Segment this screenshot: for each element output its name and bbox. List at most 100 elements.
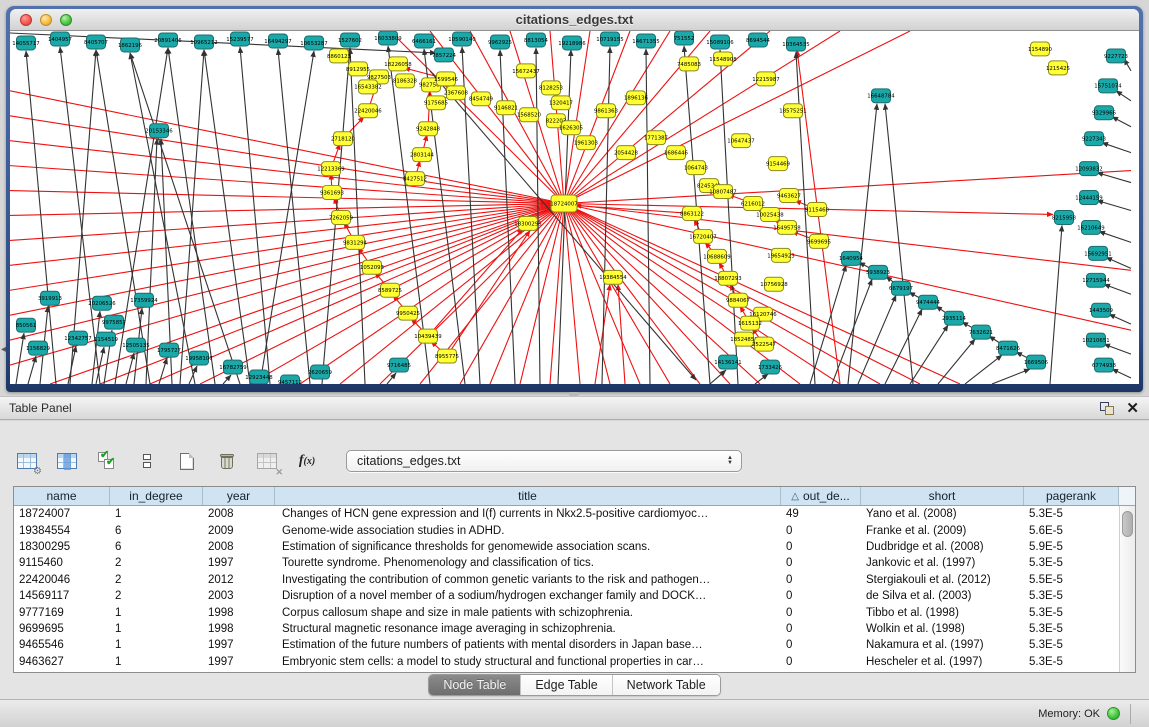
graph-edge[interactable] (240, 47, 270, 384)
graph-edge[interactable] (10, 141, 564, 204)
graph-edge[interactable] (810, 265, 846, 384)
table-row[interactable]: 1872400712008Changes of HCN gene express… (14, 506, 1119, 522)
column-header-in-degree[interactable]: in_degree (110, 487, 203, 505)
graph-edge[interactable] (992, 369, 1030, 384)
graph-node-label: 9463627 (777, 193, 801, 199)
table-cell: Nakamura et al. (1997) (861, 639, 1024, 651)
graph-edge[interactable] (1116, 91, 1131, 101)
graph-node-label: 2367608 (444, 91, 469, 97)
function-builder-icon[interactable]: f(x) (294, 448, 320, 474)
column-header-short[interactable]: short (861, 487, 1024, 505)
select-all-rows-icon[interactable]: ✔ ✔ (94, 448, 120, 474)
graph-edge[interactable] (564, 204, 580, 384)
scrollbar-thumb[interactable] (1122, 511, 1133, 537)
column-header-pagerank[interactable]: pagerank (1024, 487, 1119, 505)
column-header-title[interactable]: title (275, 487, 781, 505)
network-canvas[interactable]: 1405571714049578405707186219620891406109… (10, 31, 1139, 384)
table-row[interactable]: 1456911722003Disruption of a novel membe… (14, 588, 1119, 604)
tab-edge-table[interactable]: Edge Table (521, 675, 612, 695)
table-cell: 0 (781, 525, 861, 537)
graph-edge[interactable] (965, 355, 1002, 384)
graph-edge[interactable] (1112, 369, 1131, 378)
row-height-icon[interactable] (134, 448, 160, 474)
graph-edge[interactable] (189, 366, 197, 384)
graph-edge[interactable] (168, 48, 215, 384)
table-row[interactable]: 1830029562008Estimation of significance … (14, 539, 1119, 555)
graph-edge[interactable] (1097, 201, 1131, 211)
graph-edge[interactable] (1102, 143, 1131, 153)
graph-edge[interactable] (938, 339, 975, 384)
table-row[interactable]: 1938455462009Genome-wide association stu… (14, 522, 1119, 538)
float-panel-icon[interactable] (1100, 402, 1114, 415)
collapse-panel-arrow-icon[interactable]: ◂ (1, 344, 6, 355)
delete-table-icon[interactable] (214, 448, 240, 474)
table-settings-icon[interactable]: ⚙ (14, 448, 40, 474)
column-header-year[interactable]: year (203, 487, 275, 505)
graph-node-label: 1154890 (1028, 47, 1053, 53)
graph-edge[interactable] (278, 49, 310, 384)
graph-edge[interactable] (204, 50, 250, 384)
window-titlebar[interactable]: citations_edges.txt (10, 9, 1139, 31)
table-row[interactable]: 911546021997Tourette syndrome. Phenomeno… (14, 555, 1119, 571)
graph-edge[interactable] (1097, 173, 1131, 183)
graph-node-label: 9154469 (766, 162, 791, 168)
graph-edge[interactable] (564, 171, 1131, 204)
window-title: citations_edges.txt (10, 12, 1139, 27)
graph-node-label: 10647437 (727, 139, 754, 145)
graph-node-label: 9457112 (278, 380, 302, 384)
network-canvas-area[interactable]: 1405571714049578405707186219620891406109… (10, 31, 1139, 384)
graph-edge[interactable] (885, 309, 922, 384)
table-row[interactable]: 2242004622012Investigating the contribut… (14, 572, 1119, 588)
graph-edge[interactable] (223, 375, 231, 384)
graph-edge[interactable] (159, 358, 167, 384)
graph-edge[interactable] (387, 373, 396, 384)
graph-node-label: 9175685 (424, 101, 448, 107)
select-columns-icon[interactable] (54, 448, 80, 474)
graph-edge[interactable] (1104, 284, 1131, 294)
column-header-out-degree[interactable]: △ out_de... (781, 487, 861, 505)
graph-edge[interactable] (16, 333, 24, 384)
tab-network-table[interactable]: Network Table (613, 675, 720, 695)
table-selector-dropdown[interactable]: citations_edges.txt ▲▼ (346, 450, 742, 472)
table-row[interactable]: 946362711997Embryonic stem cells: a mode… (14, 654, 1119, 670)
graph-edge[interactable] (10, 204, 564, 341)
table-cell: 0 (781, 590, 861, 602)
table-row[interactable]: 946554611997Estimation of the future num… (14, 637, 1119, 653)
column-header-name[interactable]: name (14, 487, 110, 505)
graph-node-label: 9975857 (102, 320, 126, 326)
tab-node-table[interactable]: Node Table (429, 675, 521, 695)
graph-edge[interactable] (10, 191, 564, 204)
graph-edge[interactable] (1112, 117, 1131, 127)
graph-edge[interactable] (1099, 231, 1131, 242)
new-table-icon[interactable] (174, 448, 200, 474)
close-panel-icon[interactable]: ✕ (1126, 402, 1139, 415)
graph-edge[interactable] (1050, 225, 1062, 384)
graph-edge[interactable] (28, 356, 36, 384)
graph-edge[interactable] (260, 51, 314, 384)
graph-edge[interactable] (126, 353, 134, 384)
graph-edge[interactable] (755, 374, 768, 384)
graph-edge[interactable] (564, 204, 700, 384)
graph-edge[interactable] (564, 204, 640, 384)
graph-edge[interactable] (10, 116, 564, 204)
graph-node-label: 19384554 (599, 275, 627, 281)
table-cell: 18724007 (14, 508, 110, 520)
table-vertical-scrollbar[interactable] (1119, 506, 1135, 672)
graph-edge[interactable] (848, 104, 877, 384)
graph-edge[interactable] (1104, 344, 1131, 354)
table-row[interactable]: 969969511998Structural magnetic resonanc… (14, 621, 1119, 637)
table-cell: 5.3E-5 (1024, 590, 1119, 602)
sort-ascending-icon: △ (791, 491, 799, 502)
graph-edge[interactable] (564, 31, 910, 204)
table-row[interactable]: 977716911998Corpus callosum shape and si… (14, 604, 1119, 620)
graph-node-label: 1215425 (1046, 66, 1070, 72)
graph-edge[interactable] (564, 31, 770, 204)
graph-edge[interactable] (26, 51, 56, 384)
graph-edge[interactable] (1109, 314, 1131, 324)
graph-edge[interactable] (10, 33, 436, 53)
graph-edge[interactable] (1106, 257, 1131, 268)
graph-edge[interactable] (602, 47, 610, 384)
graph-edge[interactable] (910, 325, 948, 384)
graph-edge[interactable] (10, 166, 564, 204)
graph-edge[interactable] (796, 52, 815, 384)
